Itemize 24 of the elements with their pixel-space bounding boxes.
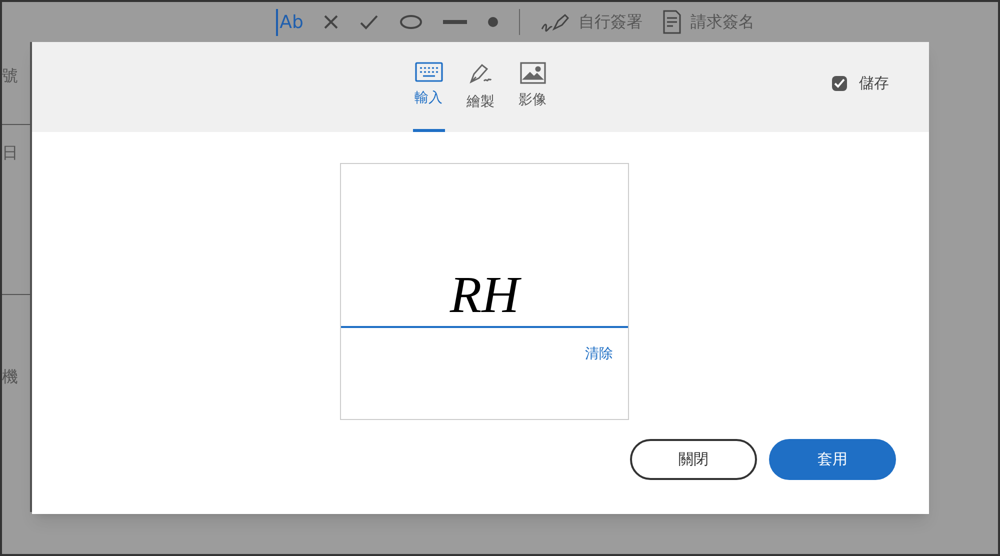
checkmark-icon[interactable] xyxy=(359,14,380,30)
checkbox-label: 儲存 xyxy=(859,73,889,94)
row-label: 機 xyxy=(2,294,30,389)
tab[interactable]: 輸入 xyxy=(412,62,444,132)
cross-icon[interactable] xyxy=(323,14,340,30)
checkbox[interactable] xyxy=(832,76,847,91)
pen-icon xyxy=(466,62,494,86)
keyboard-icon xyxy=(414,62,442,82)
document-icon[interactable] xyxy=(662,10,682,34)
row-label: 日 xyxy=(2,124,30,294)
clear-link[interactable]: 清除 xyxy=(585,344,613,365)
toolbar-label[interactable]: 自行簽署 xyxy=(578,10,642,34)
dialog-button[interactable]: 套用 xyxy=(769,439,896,480)
dialog-button[interactable]: 關閉 xyxy=(630,439,757,480)
toolbar-label[interactable]: 請求簽名 xyxy=(690,10,754,34)
tab[interactable]: 繪製 xyxy=(464,62,496,132)
signature-pad[interactable]: RH 清除 xyxy=(340,163,629,420)
tab[interactable]: 影像 xyxy=(516,62,548,132)
row-label: 號 xyxy=(2,65,19,87)
image-icon xyxy=(520,62,546,84)
ellipse-icon[interactable] xyxy=(399,14,424,30)
dot-icon[interactable] xyxy=(487,16,500,28)
signature-text: RH xyxy=(450,270,520,322)
pen-icon[interactable] xyxy=(540,11,570,33)
